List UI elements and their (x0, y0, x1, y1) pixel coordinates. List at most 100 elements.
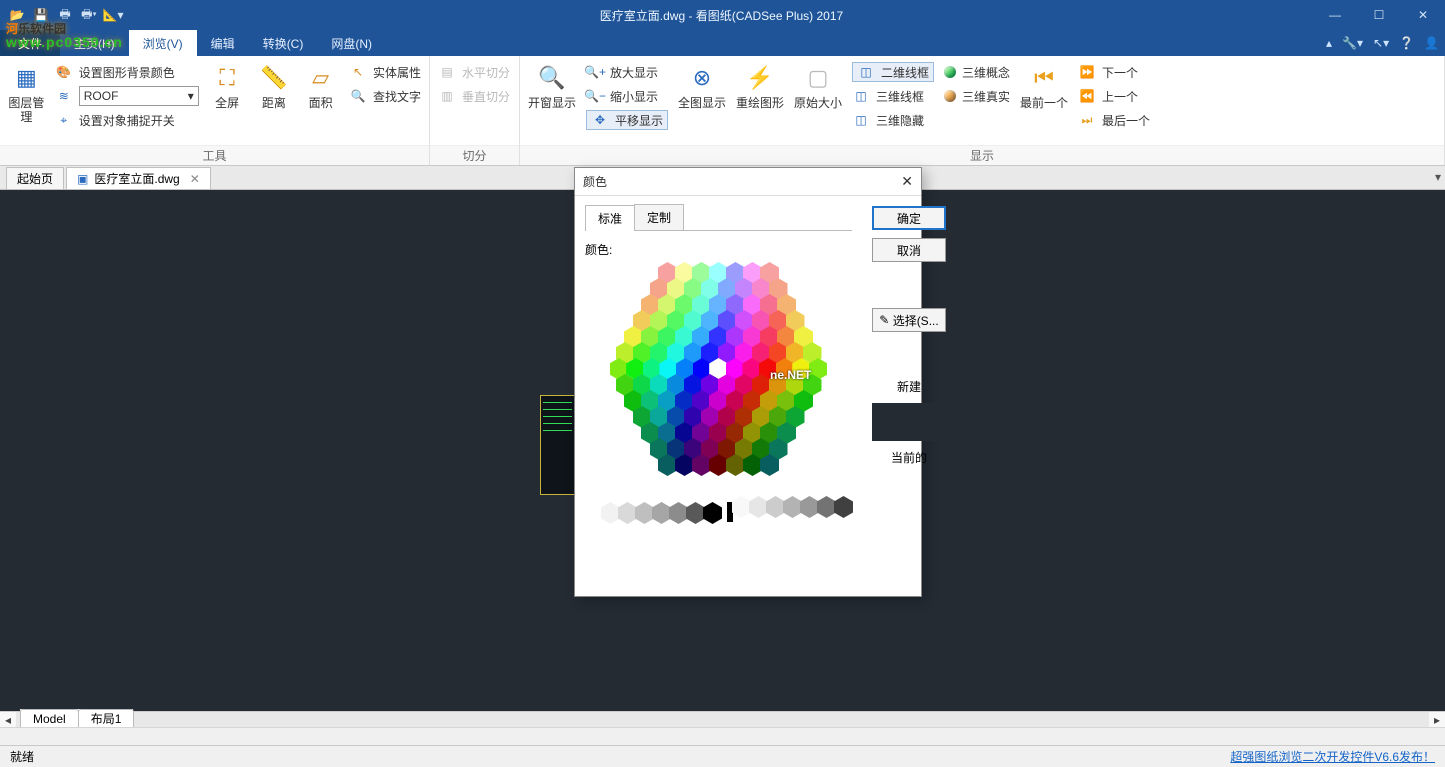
status-link[interactable]: 超强图纸浏览二次开发控件V6.6发布！ (1230, 748, 1435, 765)
fullscreen-icon: ⛶ (211, 62, 243, 94)
last-button[interactable]: ⏭最后一个 (1078, 110, 1150, 130)
zoom-out-button[interactable]: 🔍−缩小显示 (586, 86, 668, 106)
wireframe-2d-button[interactable]: ◫二维线框 (852, 62, 934, 82)
pan-icon: ✥ (591, 111, 609, 129)
vsplit-icon: ▥ (438, 87, 456, 105)
layers-icon: ▦ (10, 62, 42, 94)
bottom-strip (0, 727, 1445, 745)
zoom-all-button[interactable]: ⊗全图显示 (678, 62, 726, 110)
maximize-button[interactable]: ☐ (1357, 0, 1401, 30)
eyedropper-button[interactable]: ✎ 选择(S... (872, 308, 946, 332)
zoom-in-button[interactable]: 🔍+放大显示 (586, 62, 668, 82)
tab-standard[interactable]: 标准 (585, 205, 635, 231)
binoculars-icon: 🔍 (349, 87, 367, 105)
ruler-icon: 📏 (258, 62, 290, 94)
close-tab-icon[interactable]: ✕ (190, 172, 200, 186)
lightning-icon: ⚡ (744, 62, 776, 94)
snap-icon: ⌖ (55, 111, 73, 129)
tool-icon[interactable]: 📐▾ (102, 4, 124, 26)
cancel-button[interactable]: 取消 (872, 238, 946, 262)
user-icon[interactable]: 👤 (1424, 36, 1439, 50)
cursor-icon[interactable]: ↖▾ (1373, 36, 1389, 50)
tabs-dropdown-icon[interactable]: ▾ (1435, 170, 1441, 184)
concept-3d-button[interactable]: 三维概念 (944, 62, 1010, 82)
grayscale-row[interactable] (585, 502, 852, 524)
new-label: 新建 (897, 378, 921, 395)
menu-right-tools: ▴ 🔧▾ ↖▾ ❔ 👤 (1326, 30, 1439, 56)
new-color-swatch (872, 403, 946, 441)
pan-button[interactable]: ✥平移显示 (586, 110, 668, 130)
dialog-tabs: 标准 定制 (585, 204, 852, 231)
ribbon-group-display: 🔍开窗显示 🔍+放大显示 🔍−缩小显示 ✥平移显示 ⊗全图显示 ⚡重绘图形 ▢原… (520, 56, 1445, 165)
hsplit-button: ▤水平切分 (438, 62, 510, 82)
help-icon[interactable]: ❔ (1399, 36, 1414, 50)
layer-combo[interactable]: ≋ROOF▾ (55, 86, 199, 106)
distance-button[interactable]: 📏距离 (256, 62, 293, 110)
current-label: 当前的 (891, 449, 927, 466)
save-icon[interactable]: 💾 (30, 4, 52, 26)
entity-attr-button[interactable]: ↖实体属性 (349, 62, 421, 82)
tab-layout1[interactable]: 布局1 (78, 709, 135, 727)
minimize-button[interactable]: — (1313, 0, 1357, 30)
color-dialog: 颜色 ✕ 标准 定制 颜色: ne.NET 确定 取消 ✎ 选择(S... 新建… (574, 167, 922, 597)
first-icon: ⏮ (1028, 62, 1060, 94)
find-text-button[interactable]: 🔍查找文字 (349, 86, 421, 106)
tab-file[interactable]: ▣ 医疗室立面.dwg ✕ (66, 167, 211, 189)
cube-hidden-icon: ◫ (852, 111, 870, 129)
redraw-button[interactable]: ⚡重绘图形 (736, 62, 784, 110)
file-menu[interactable]: 文件 (0, 30, 60, 56)
next-button[interactable]: ⏩下一个 (1078, 62, 1150, 82)
title-bar: 📂 💾 🖶 🖶▾ 📐▾ 医疗室立面.dwg - 看图纸(CADSee Plus)… (0, 0, 1445, 30)
prev-button[interactable]: ⏪上一个 (1078, 86, 1150, 106)
hidden-3d-button[interactable]: ◫三维隐藏 (852, 110, 934, 130)
tab-start[interactable]: 起始页 (6, 167, 64, 189)
print-preview-icon[interactable]: 🖶▾ (78, 4, 100, 26)
set-bg-color-button[interactable]: 🎨设置图形背景颜色 (55, 62, 199, 82)
original-size-button: ▢原始大小 (794, 62, 842, 110)
horizontal-scrollbar[interactable]: ◂ ▸ (0, 711, 1445, 727)
fullscreen-button[interactable]: ⛶全屏 (209, 62, 246, 110)
scroll-right-icon[interactable]: ▸ (1429, 712, 1445, 728)
chevron-up-icon[interactable]: ▴ (1326, 36, 1332, 50)
dialog-close-icon[interactable]: ✕ (901, 173, 913, 190)
menu-netdisk[interactable]: 网盘(N) (317, 30, 386, 56)
group-label-tools: 工具 (0, 145, 429, 165)
watermark-net: ne.NET (770, 368, 811, 382)
close-button[interactable]: ✕ (1401, 0, 1445, 30)
menu-home[interactable]: 主页(H) (60, 30, 129, 56)
wireframe-3d-button[interactable]: ◫三维线框 (852, 86, 934, 106)
menu-convert[interactable]: 转换(C) (249, 30, 318, 56)
dialog-titlebar[interactable]: 颜色 ✕ (575, 168, 921, 196)
group-label-split: 切分 (430, 145, 519, 165)
menu-bar: 文件 主页(H) 浏览(V) 编辑 转换(C) 网盘(N) ▴ 🔧▾ ↖▾ ❔ … (0, 30, 1445, 56)
ribbon: ▦ 图层管理 🎨设置图形背景颜色 ≋ROOF▾ ⌖设置对象捕捉开关 ⛶全屏 📏距… (0, 56, 1445, 166)
scroll-left-icon[interactable]: ◂ (0, 712, 16, 728)
scroll-track[interactable] (16, 712, 1429, 728)
realistic-3d-button[interactable]: 三维真实 (944, 86, 1010, 106)
open-window-button[interactable]: 🔍开窗显示 (528, 62, 576, 110)
print-icon[interactable]: 🖶 (54, 4, 76, 26)
menu-edit[interactable]: 编辑 (197, 30, 249, 56)
sphere-orange-icon (944, 90, 956, 102)
magnify-window-icon: 🔍 (536, 62, 568, 94)
quick-access-toolbar: 📂 💾 🖶 🖶▾ 📐▾ (0, 4, 130, 26)
tab-custom[interactable]: 定制 (634, 204, 684, 230)
first-button[interactable]: ⏮最前一个 (1020, 62, 1068, 110)
last-icon: ⏭ (1078, 111, 1096, 129)
next-icon: ⏩ (1078, 63, 1096, 81)
open-icon[interactable]: 📂 (6, 4, 28, 26)
layer-management-button[interactable]: ▦ 图层管理 (8, 62, 45, 124)
menu-view[interactable]: 浏览(V) (129, 30, 197, 56)
drawing-preview-left (540, 395, 575, 495)
tab-model[interactable]: Model (20, 709, 79, 727)
wrench-icon[interactable]: 🔧▾ (1342, 36, 1363, 50)
ribbon-group-tools: ▦ 图层管理 🎨设置图形背景颜色 ≋ROOF▾ ⌖设置对象捕捉开关 ⛶全屏 📏距… (0, 56, 430, 165)
cube-3d-icon: ◫ (852, 87, 870, 105)
set-snap-button[interactable]: ⌖设置对象捕捉开关 (55, 110, 199, 130)
eyedropper-icon: ✎ (879, 313, 889, 327)
zoom-out-icon: 🔍− (586, 87, 604, 105)
color-hexagon[interactable] (611, 262, 827, 472)
ok-button[interactable]: 确定 (872, 206, 946, 230)
area-button[interactable]: ▱面积 (302, 62, 339, 110)
model-layout-tabs: Model 布局1 (20, 709, 133, 727)
